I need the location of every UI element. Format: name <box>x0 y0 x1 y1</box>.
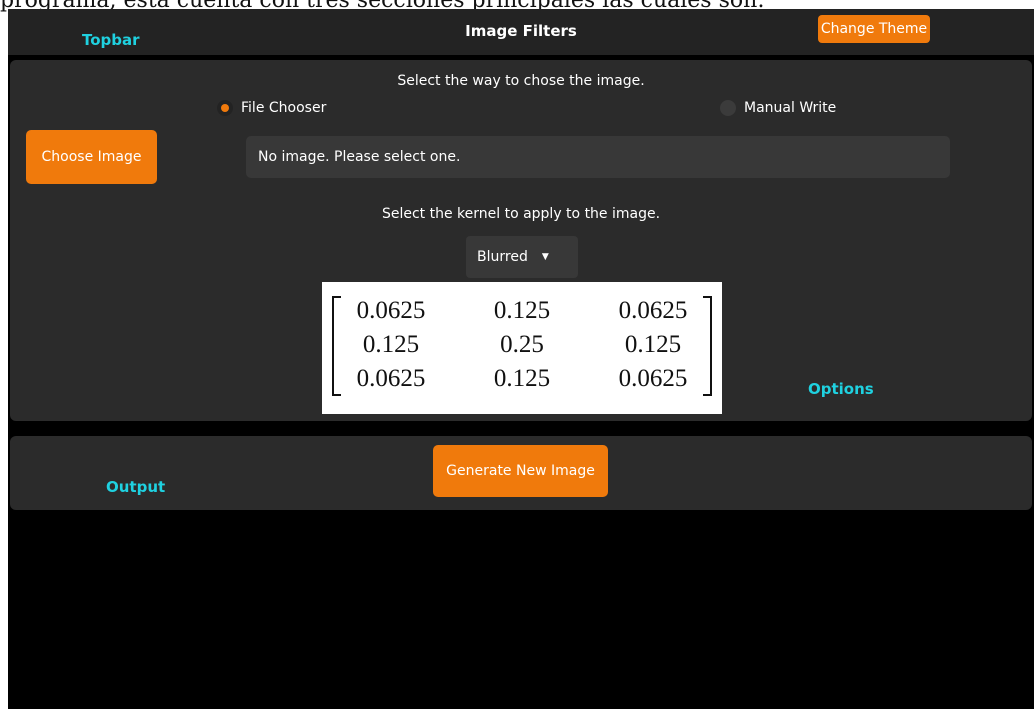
choose-image-button[interactable]: Choose Image <box>26 130 157 184</box>
radio-file-chooser[interactable]: File Chooser <box>217 100 326 116</box>
matrix-cell: 0.125 <box>362 331 420 358</box>
output-label: Output <box>106 478 166 496</box>
matrix-cell: 0.0625 <box>618 365 688 392</box>
options-panel: Select the way to chose the image. File … <box>10 60 1032 421</box>
matrix-cell: 0.125 <box>624 331 682 358</box>
radio-file-chooser-label: File Chooser <box>241 100 327 116</box>
radio-unselected-icon <box>720 100 736 116</box>
kernel-dropdown[interactable]: Blurred ▼ <box>466 236 578 278</box>
caret-down-icon: ▼ <box>541 252 549 262</box>
image-path-field[interactable]: No image. Please select one. <box>246 136 950 178</box>
change-theme-button[interactable]: Change Theme <box>818 15 930 43</box>
radio-selected-icon <box>217 100 233 116</box>
kernel-matrix-image: 0.0625 0.125 0.0625 0.125 0.25 0.125 0.0… <box>322 282 722 414</box>
generate-new-image-button[interactable]: Generate New Image <box>433 445 608 497</box>
radio-manual-write[interactable]: Manual Write <box>720 100 836 116</box>
output-panel: Output Generate New Image <box>10 436 1032 510</box>
matrix-cell: 0.125 <box>493 365 551 392</box>
kernel-dropdown-value: Blurred <box>477 249 528 265</box>
kernel-matrix: 0.0625 0.125 0.0625 0.125 0.25 0.125 0.0… <box>332 294 712 402</box>
radio-manual-write-label: Manual Write <box>744 100 837 116</box>
options-label: Options <box>808 380 874 398</box>
image-source-prompt: Select the way to chose the image. <box>397 73 645 89</box>
app-window: Topbar Image Filters Change Theme Select… <box>8 9 1034 709</box>
matrix-cell: 0.0625 <box>356 297 426 324</box>
kernel-prompt: Select the kernel to apply to the image. <box>381 206 661 222</box>
matrix-cell: 0.0625 <box>356 365 426 392</box>
matrix-cell: 0.125 <box>493 297 551 324</box>
topbar: Topbar Image Filters Change Theme <box>8 9 1034 55</box>
matrix-cell: 0.25 <box>500 331 544 358</box>
matrix-cell: 0.0625 <box>618 297 688 324</box>
